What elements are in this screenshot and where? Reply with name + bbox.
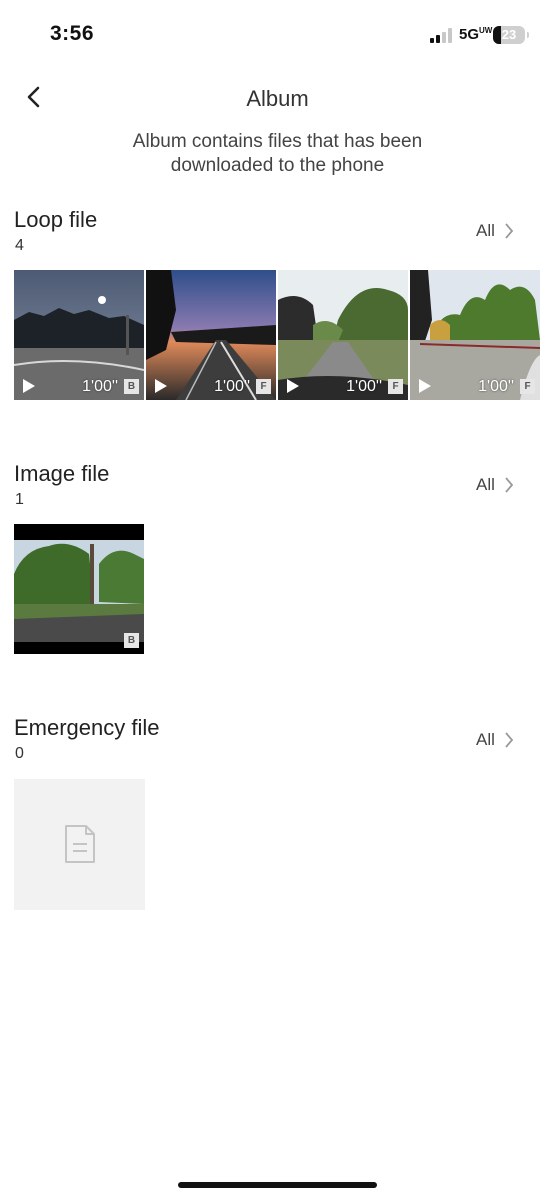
play-icon [155,379,167,393]
all-label: All [476,221,495,240]
status-bar: 3:56 5GUW 23 [0,0,555,70]
network-type: 5GUW [459,26,492,43]
network-sub-label: UW [479,26,493,35]
camera-badge: F [388,379,403,394]
chevron-right-icon [505,477,514,493]
play-icon [23,379,35,393]
chevron-right-icon [505,223,514,239]
loop-file-title: Loop file [14,207,98,232]
emergency-file-count: 0 [15,745,24,762]
image-thumbnail[interactable]: B [14,524,144,654]
loop-video-thumbnail[interactable]: 1'00'' F [410,270,540,400]
play-icon [287,379,299,393]
all-label: All [476,475,495,494]
video-duration: 1'00'' [478,378,514,395]
camera-badge: F [256,379,271,394]
status-time: 3:56 [50,22,95,45]
loop-video-thumbnail[interactable]: 1'00'' F [278,270,408,400]
emergency-file-title: Emergency file [14,715,160,740]
loop-file-all-link[interactable]: All [476,221,514,241]
chevron-right-icon [505,732,514,748]
page-title: Album [246,86,309,111]
cellular-signal-icon [430,28,454,43]
home-indicator[interactable] [178,1182,377,1188]
document-icon [65,825,95,863]
battery-icon: 23 [493,26,529,44]
network-label: 5G [459,26,480,43]
video-duration: 1'00'' [82,378,118,395]
image-file-all-link[interactable]: All [476,475,514,495]
image-file-count: 1 [15,491,24,508]
image-file-title: Image file [14,461,110,486]
emergency-file-all-link[interactable]: All [476,730,514,750]
loop-video-thumbnail[interactable]: 1'00'' B [14,270,144,400]
battery-level: 23 [501,27,517,42]
empty-file-placeholder [14,779,145,910]
loop-file-count: 4 [15,237,24,254]
video-duration: 1'00'' [214,378,250,395]
page-subtitle: Album contains files that has been downl… [132,131,423,176]
camera-badge: F [520,379,535,394]
loop-video-thumbnail[interactable]: 1'00'' F [146,270,276,400]
play-icon [419,379,431,393]
all-label: All [476,730,495,749]
camera-badge: B [124,633,139,648]
camera-badge: B [124,379,139,394]
video-duration: 1'00'' [346,378,382,395]
